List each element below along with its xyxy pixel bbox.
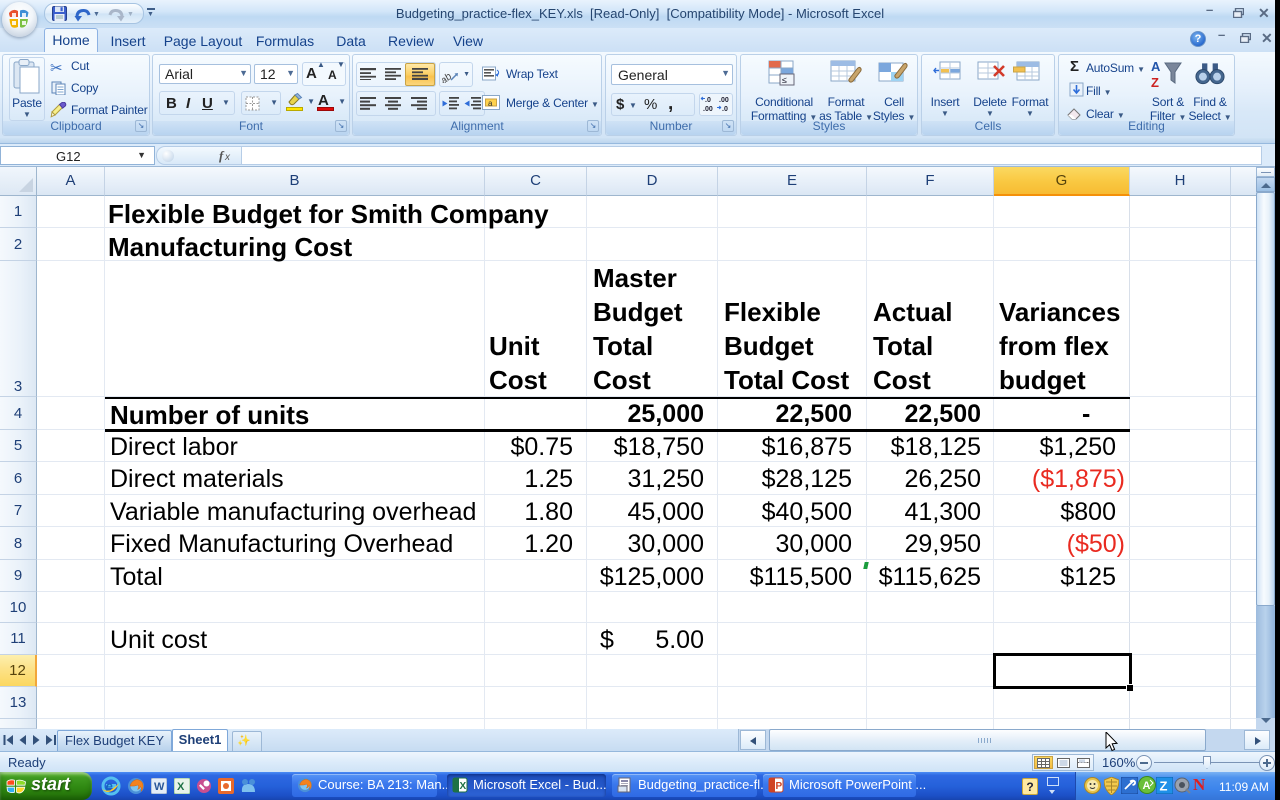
- svg-text:e: e: [106, 779, 113, 794]
- svg-text:Z: Z: [1160, 779, 1168, 794]
- svg-text:a: a: [488, 99, 493, 108]
- svg-text:.0: .0: [705, 97, 711, 104]
- svg-text:ab: ab: [442, 71, 454, 83]
- svg-text:.00: .00: [703, 106, 713, 113]
- svg-text:X: X: [460, 781, 467, 792]
- svg-text:P: P: [776, 781, 783, 792]
- svg-text:X: X: [177, 781, 185, 793]
- svg-text:A: A: [1151, 59, 1161, 74]
- svg-text:A: A: [1143, 780, 1151, 792]
- svg-text:.0: .0: [722, 106, 728, 113]
- svg-text:Z: Z: [1151, 75, 1159, 89]
- svg-text:≤: ≤: [782, 75, 787, 85]
- svg-text:.00: .00: [719, 97, 729, 104]
- svg-text:W: W: [154, 781, 165, 793]
